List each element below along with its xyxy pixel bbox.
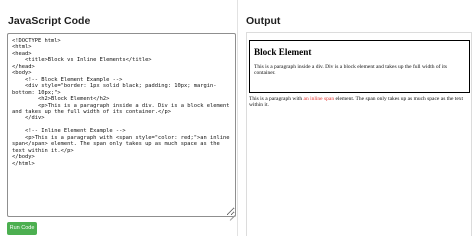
output-frame: Block Element This is a paragraph inside…: [246, 32, 472, 236]
output-pane: Output Block Element This is a paragraph…: [238, 0, 474, 236]
code-pane: JavaScript Code <!DOCTYPE html> <html> <…: [0, 0, 237, 236]
run-code-button[interactable]: Run Code: [7, 222, 37, 235]
code-playground: JavaScript Code <!DOCTYPE html> <html> <…: [0, 0, 474, 236]
code-editor-textarea[interactable]: <!DOCTYPE html> <html> <head> <title>Blo…: [7, 33, 236, 217]
inline-element-paragraph: This is a paragraph with an inline span …: [249, 96, 470, 109]
code-pane-title: JavaScript Code: [8, 15, 91, 27]
block-element-paragraph: This is a paragraph inside a div. Div is…: [254, 64, 448, 77]
block-element-heading: Block Element: [254, 47, 312, 57]
inline-text-before: This is a paragraph with: [249, 96, 304, 102]
output-pane-title: Output: [246, 15, 281, 27]
inline-span: an inline span: [303, 96, 335, 102]
block-element-box: Block Element This is a paragraph inside…: [249, 40, 470, 93]
